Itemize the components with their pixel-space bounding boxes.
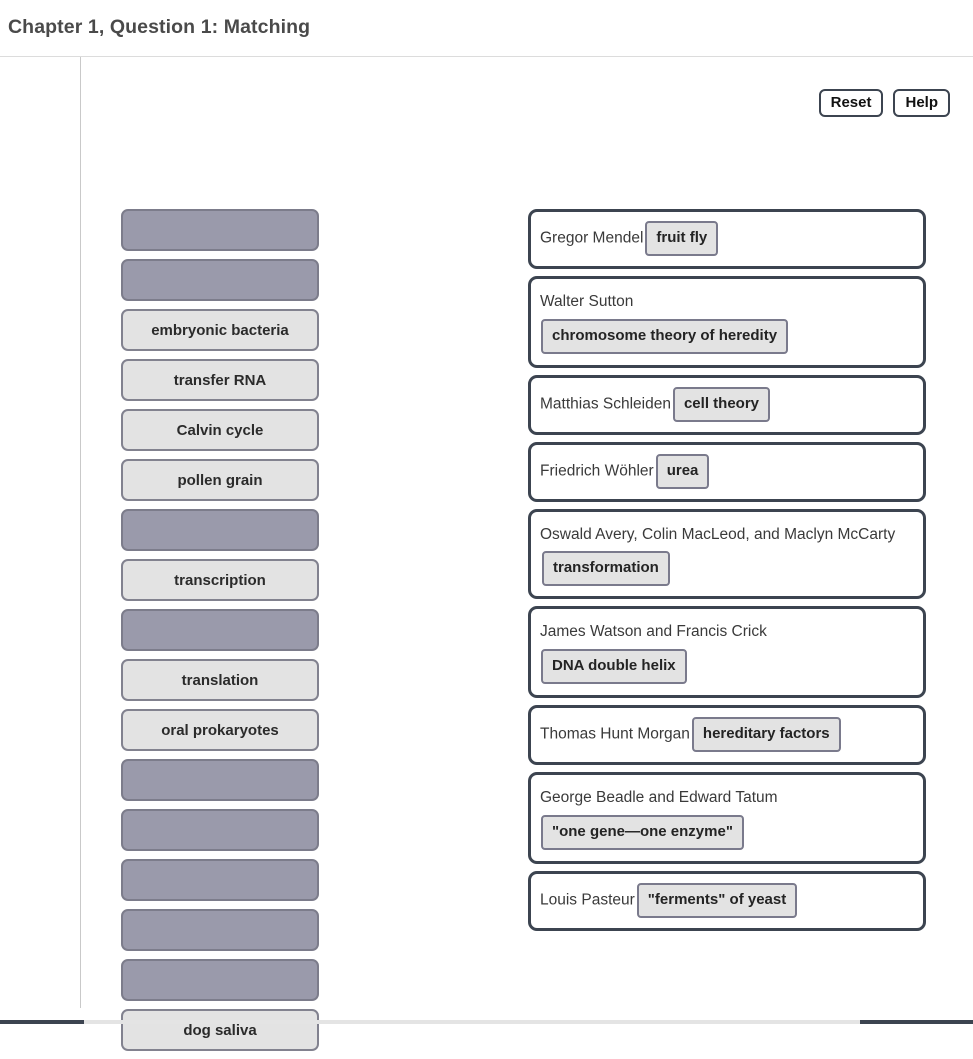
dropped-answer-chip[interactable]: "one gene—one enzyme" [541, 815, 744, 850]
bottom-rule-left-segment [0, 1020, 84, 1024]
dropped-answer-chip[interactable]: transformation [542, 551, 670, 586]
question-workspace: Reset Help embryonic bacteria transfer RN… [0, 57, 973, 1051]
answer-bank-tile[interactable]: pollen grain [121, 459, 319, 501]
match-prompt-label: Thomas Hunt Morgan [540, 725, 690, 743]
answer-bank-tile[interactable]: oral prokaryotes [121, 709, 319, 751]
answer-bank-tile-label: Calvin cycle [176, 421, 264, 439]
match-prompt-label: George Beadle and Edward Tatum [540, 789, 778, 806]
answer-bank-tile[interactable]: translation [121, 659, 319, 701]
match-card[interactable]: George Beadle and Edward Tatum "one gene—… [528, 772, 926, 864]
answer-bank-tile[interactable]: dog saliva [121, 1009, 319, 1051]
answer-bank-tile[interactable]: transfer RNA [121, 359, 319, 401]
answer-bank-empty-slot[interactable] [121, 809, 319, 851]
answer-bank-tile-label: dog saliva [183, 1021, 257, 1039]
help-button[interactable]: Help [893, 89, 950, 117]
dropped-answer-chip[interactable]: fruit fly [645, 221, 719, 256]
answer-bank-empty-slot[interactable] [121, 759, 319, 801]
match-card[interactable]: Gregor Mendel fruit fly [528, 209, 926, 269]
match-card[interactable]: Oswald Avery, Colin MacLeod, and Maclyn … [528, 509, 926, 599]
match-prompt-label: Matthias Schleiden [540, 395, 671, 413]
answer-bank-tile-label: translation [181, 671, 259, 689]
answer-bank-empty-slot[interactable] [121, 609, 319, 651]
match-targets-column: Gregor Mendel fruit fly Walter Sutton chrom… [528, 209, 926, 938]
answer-bank-column: embryonic bacteria transfer RNA Calvin cyc… [121, 209, 319, 1059]
dropped-answer-chip[interactable]: urea [655, 454, 710, 489]
answer-bank-tile-label: pollen grain [177, 471, 263, 489]
answer-bank-tile[interactable]: embryonic bacteria [121, 309, 319, 351]
match-prompt-label: Oswald Avery, Colin MacLeod, and Maclyn … [540, 526, 896, 543]
match-card[interactable]: James Watson and Francis Crick DNA double… [528, 606, 926, 698]
match-card[interactable]: Matthias Schleiden cell theory [528, 375, 926, 435]
answer-bank-empty-slot[interactable] [121, 259, 319, 301]
match-prompt-label: Louis Pasteur [540, 891, 635, 909]
answer-bank-tile-label: embryonic bacteria [151, 321, 289, 339]
left-gutter-divider [80, 57, 81, 1008]
answer-bank-empty-slot[interactable] [121, 909, 319, 951]
match-prompt-label: Friedrich Wöhler [540, 462, 654, 480]
bottom-rule [0, 1020, 973, 1024]
match-prompt-label: James Watson and Francis Crick [540, 623, 767, 640]
answer-bank-tile-label: oral prokaryotes [161, 721, 279, 739]
answer-bank-empty-slot[interactable] [121, 859, 319, 901]
bottom-rule-right-segment [860, 1020, 973, 1024]
bottom-rule-middle-segment [84, 1020, 860, 1024]
match-card[interactable]: Louis Pasteur "ferments" of yeast [528, 871, 926, 931]
page-title: Chapter 1, Question 1: Matching [8, 16, 311, 38]
answer-bank-tile-label: transcription [174, 571, 266, 589]
dropped-answer-chip[interactable]: chromosome theory of heredity [541, 319, 789, 354]
page-header: Chapter 1, Question 1: Matching [0, 0, 973, 57]
dropped-answer-chip[interactable]: hereditary factors [691, 717, 841, 752]
toolbar: Reset Help [818, 89, 950, 117]
answer-bank-empty-slot[interactable] [121, 209, 319, 251]
answer-bank-tile[interactable]: transcription [121, 559, 319, 601]
match-card[interactable]: Friedrich Wöhler urea [528, 442, 926, 502]
answer-bank-empty-slot[interactable] [121, 959, 319, 1001]
match-card[interactable]: Thomas Hunt Morgan hereditary factors [528, 705, 926, 765]
answer-bank-tile[interactable]: Calvin cycle [121, 409, 319, 451]
dropped-answer-chip[interactable]: "ferments" of yeast [636, 883, 798, 918]
match-card[interactable]: Walter Sutton chromosome theory of heredi… [528, 276, 926, 368]
match-prompt-label: Gregor Mendel [540, 229, 644, 247]
answer-bank-empty-slot[interactable] [121, 509, 319, 551]
reset-button[interactable]: Reset [818, 89, 884, 117]
answer-bank-tile-label: transfer RNA [173, 371, 267, 389]
dropped-answer-chip[interactable]: DNA double helix [541, 649, 687, 684]
match-prompt-label: Walter Sutton [540, 293, 634, 310]
dropped-answer-chip[interactable]: cell theory [672, 387, 770, 422]
